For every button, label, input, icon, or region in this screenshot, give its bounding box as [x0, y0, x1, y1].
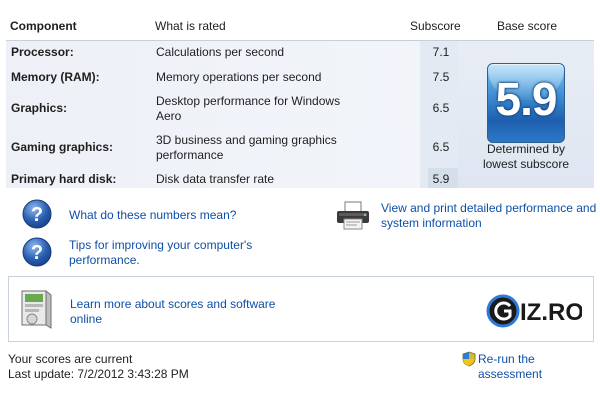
help-question-icon[interactable]: ?: [22, 199, 52, 229]
table-row-label: Gaming graphics:: [11, 140, 114, 154]
table-row-label: Processor:: [11, 45, 74, 59]
base-score-value: 5.9: [495, 73, 558, 125]
header-base-score: Base score: [497, 19, 558, 33]
tips-improving-link[interactable]: Tips for improving your computer's perfo…: [69, 238, 252, 268]
table-row-subscore: 6.5: [432, 101, 450, 115]
software-box-icon[interactable]: [18, 288, 54, 330]
table-row-rated: Memory operations per second: [156, 70, 322, 84]
tips-link-line1[interactable]: Tips for improving your computer's: [69, 238, 252, 253]
table-row-rated: Desktop performance for Windows: [156, 94, 341, 108]
header-what-is-rated: What is rated: [155, 19, 226, 33]
table-row-rated: Aero: [156, 109, 182, 123]
table-row-subscore: 5.9: [432, 172, 450, 186]
base-score-badge: 5.9: [487, 63, 565, 143]
view-print-link-line1[interactable]: View and print detailed performance and: [381, 201, 596, 216]
rerun-assessment-link[interactable]: Re-run the assessment: [478, 352, 600, 382]
giz-logo: IZ.RO: [486, 294, 582, 328]
table-row-rated: Disk data transfer rate: [156, 172, 275, 186]
table-row-rated: 3D business and gaming graphics: [156, 133, 337, 147]
base-caption-line1: Determined by: [486, 142, 566, 156]
svg-text:?: ?: [31, 204, 43, 226]
table-row-rated: Calculations per second: [156, 45, 285, 59]
table-row-label: Primary hard disk:: [11, 172, 117, 186]
table-row-subscore: 7.1: [432, 45, 450, 59]
header-subscore: Subscore: [410, 19, 461, 33]
table-row-label: Graphics:: [11, 101, 68, 115]
help-question-icon[interactable]: ?: [22, 237, 52, 267]
table-row-subscore: 6.5: [432, 140, 450, 154]
scores-status: Your scores are current: [8, 352, 133, 366]
table-row-subscore: 7.5: [432, 70, 450, 84]
base-caption-line2: lowest subscore: [482, 157, 570, 171]
svg-text:?: ?: [31, 242, 43, 264]
learn-more-link-line1[interactable]: Learn more about scores and software: [70, 297, 275, 312]
view-print-details-link[interactable]: View and print detailed performance and …: [381, 201, 596, 231]
printer-icon[interactable]: [335, 201, 371, 231]
table-row-label: Memory (RAM):: [11, 70, 100, 84]
header-component: Component: [10, 19, 77, 33]
base-score-caption: Determined by lowest subscore: [466, 142, 586, 172]
score-table: [6, 41, 458, 188]
learn-more-scores-link[interactable]: Learn more about scores and software onl…: [70, 297, 275, 327]
logo-text: IZ.RO: [520, 299, 582, 326]
view-print-link-line2[interactable]: system information: [381, 216, 596, 231]
what-numbers-mean-link[interactable]: What do these numbers mean?: [69, 208, 236, 223]
shield-icon[interactable]: [461, 351, 477, 367]
tips-link-line2[interactable]: performance.: [69, 253, 252, 268]
learn-more-link-line2[interactable]: online: [70, 312, 275, 327]
table-row-rated: performance: [156, 148, 224, 162]
last-update: Last update: 7/2/2012 3:43:28 PM: [8, 367, 189, 381]
